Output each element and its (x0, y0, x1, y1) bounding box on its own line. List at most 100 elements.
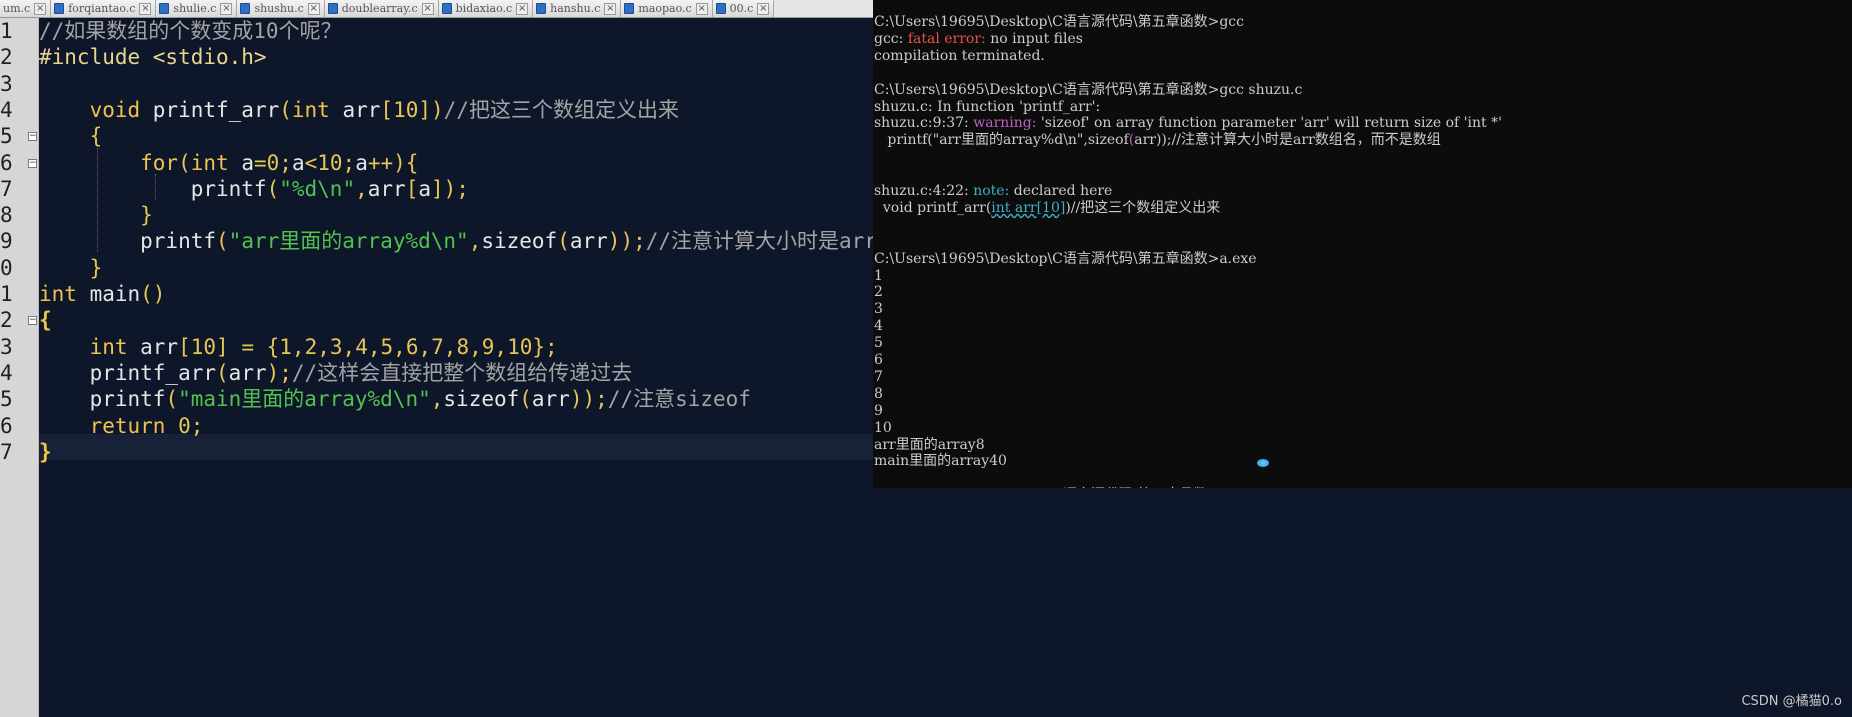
fold-toggle-icon[interactable]: − (28, 316, 37, 326)
fold-toggle-icon[interactable]: − (28, 132, 37, 142)
code-token: for (39, 150, 179, 175)
code-token: 0 (266, 150, 280, 175)
console-line: 6 (874, 352, 883, 369)
code-token: } (39, 203, 153, 228)
terminal-window[interactable]: C:\Users\19695\Desktop\C语言源代码\第五章函数>gcc g… (873, 0, 1852, 488)
code-token: sizeof (481, 229, 558, 254)
file-tab[interactable]: maopao.c × (621, 0, 713, 17)
code-token: printf (39, 387, 166, 412)
code-token: , (494, 334, 508, 359)
file-icon (441, 3, 452, 14)
code-line: } (39, 202, 153, 228)
code-token: )); (569, 387, 608, 412)
code-line: for(int a=0;a<10;a++){ (39, 150, 418, 176)
code-token: arr (531, 387, 570, 412)
console-line: main里面的array40 (874, 453, 1007, 470)
file-tab[interactable]: shushu.c × (237, 0, 325, 17)
console-line: arr里面的array8 (874, 437, 985, 454)
line-number: 2 (0, 308, 13, 333)
console-text: shuzu.c:4:22: (874, 183, 974, 199)
console-line: shuzu.c:9:37: warning: 'sizeof' on array… (874, 115, 1502, 132)
console-line: C:\Users\19695\Desktop\C语言源代码\第五章函数>gcc … (874, 82, 1302, 99)
code-token: arr (569, 229, 608, 254)
file-icon (240, 3, 251, 14)
console-line: 8 (874, 386, 883, 403)
tab-label: forqiantao.c (68, 2, 136, 15)
code-token: a (418, 176, 431, 201)
console-text: C:\Users\19695\Desktop\C语言源代码\第五章函数>a.ex… (874, 250, 1257, 267)
close-icon[interactable]: × (34, 2, 47, 15)
console-text: 'sizeof' on array function parameter 'ar… (1036, 115, 1502, 132)
file-tab[interactable]: um.c × (0, 0, 52, 17)
code-token: 10 (317, 150, 343, 175)
console-line: C:\Users\19695\Desktop\C语言源代码\第五章函数>gcc (874, 14, 1244, 31)
file-icon (54, 3, 65, 14)
close-icon[interactable]: × (604, 2, 617, 15)
code-token: , (393, 334, 406, 359)
line-number: 1 (0, 19, 13, 43)
console-text: 5 (874, 335, 883, 352)
code-token: , (367, 334, 381, 359)
code-token: ; (279, 150, 292, 175)
file-tab[interactable]: bidaxiao.c × (438, 0, 534, 17)
code-line: printf("arr里面的array%d\n",sizeof(arr));//… (39, 228, 873, 254)
code-token: ( (165, 387, 179, 412)
file-tab[interactable]: hanshu.c × (533, 0, 622, 17)
file-icon (715, 3, 726, 14)
code-token: #include <stdio.h> (39, 45, 267, 70)
code-token: , (291, 334, 305, 359)
line-number: 0 (0, 255, 13, 280)
code-token: a (241, 150, 254, 175)
code-line: int main() (39, 281, 165, 307)
code-token: 3 (329, 334, 343, 359)
code-editor[interactable]: //如果数组的个数变成10个呢？ #include <stdio.h> void … (39, 18, 873, 717)
code-token: }; (532, 334, 558, 359)
code-line: printf("main里面的array%d\n",sizeof(arr));/… (39, 386, 751, 412)
console-line: C:\Users\19695\Desktop\C语言源代码\第五章函数>a.ex… (874, 251, 1257, 268)
code-token: [ (405, 176, 419, 201)
file-tab[interactable]: shulie.c × (156, 0, 238, 17)
code-token: 7 (431, 334, 444, 359)
close-icon[interactable]: × (220, 2, 233, 15)
console-text: 2 (874, 284, 883, 301)
file-tab[interactable]: 00.c × (712, 0, 775, 17)
close-icon[interactable]: × (516, 2, 529, 15)
code-token: , (468, 229, 482, 254)
line-number: 9 (0, 229, 13, 254)
code-token: 10 (190, 334, 217, 359)
code-token: int (190, 150, 242, 175)
file-icon (159, 3, 170, 14)
code-token: 2 (304, 334, 318, 359)
code-line: int arr[10] = {1,2,3,4,5,6,7,8,9,10}; (39, 334, 558, 360)
console-line: 2 (874, 284, 883, 301)
code-token: { (39, 124, 103, 149)
console-line: printf("arr里面的array%d\n",sizeof(arr));//… (874, 132, 1440, 149)
file-tab[interactable]: forqiantao.c × (51, 0, 157, 17)
tab-label: shushu.c (254, 2, 304, 15)
console-text: shuzu.c: In function 'printf_arr': (874, 98, 1101, 115)
code-token: printf (39, 176, 267, 201)
console-text: main里面的array40 (874, 453, 1007, 470)
tab-label: 00.c (729, 2, 754, 15)
code-token: , (418, 334, 432, 359)
close-icon[interactable]: × (139, 2, 152, 15)
code-token: ( (266, 176, 280, 201)
close-icon[interactable]: × (695, 2, 708, 15)
file-tab[interactable]: doublearray.c × (324, 0, 439, 17)
code-line: void printf_arr(int arr[10])//把这三个数组定义出来 (39, 97, 679, 123)
code-token: "main里面的array%d\n" (178, 387, 431, 412)
console-text: 9 (874, 402, 883, 419)
close-icon[interactable]: × (757, 2, 770, 15)
fold-toggle-icon[interactable]: − (28, 158, 37, 168)
close-icon[interactable]: × (307, 2, 320, 15)
console-text: C:\Users\19695\Desktop\C语言源代码\第五章函数>gcc … (874, 81, 1303, 98)
code-token: 10 (393, 97, 419, 122)
console-text: fatal error: (907, 30, 986, 47)
line-number: 5 (0, 387, 13, 412)
console-text: note: (973, 183, 1010, 199)
code-token: ( (557, 229, 570, 254)
line-number: 4 (0, 360, 13, 385)
tab-label: um.c (3, 2, 31, 15)
code-token: 10 (507, 334, 533, 359)
close-icon[interactable]: × (421, 2, 434, 15)
